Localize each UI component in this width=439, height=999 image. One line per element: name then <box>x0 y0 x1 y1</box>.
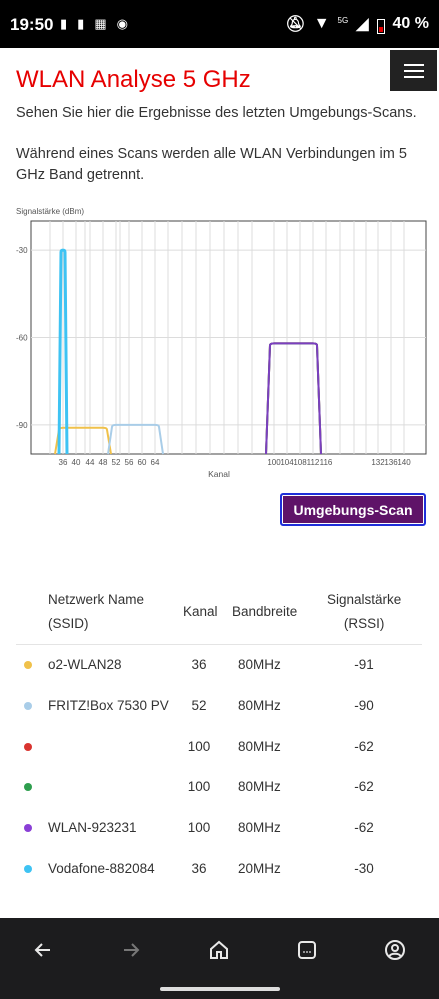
row-bandwidth: 80MHz <box>238 657 281 672</box>
y-tick-label: -60 <box>16 334 28 343</box>
x-tick-label: 40 <box>72 458 81 467</box>
header-bandwidth: Bandbreite <box>232 604 298 619</box>
table-row: WLAN-923231 100 80MHz -62 <box>16 808 422 848</box>
x-tick-label: 108 <box>293 458 307 467</box>
y-axis-label: Signalstärke (dBm) <box>16 207 84 216</box>
network-color-dot <box>24 661 32 669</box>
row-rssi: -62 <box>354 779 374 794</box>
x-tick-label: 48 <box>99 458 108 467</box>
header-kanal: Kanal <box>183 604 218 619</box>
network-color-dot <box>24 865 32 873</box>
row-rssi: -30 <box>354 861 374 876</box>
x-tick-label: 56 <box>125 458 134 467</box>
row-rssi: -62 <box>354 739 374 754</box>
x-tick-label: 136 <box>384 458 398 467</box>
page-title: WLAN Analyse 5 GHz <box>16 66 251 93</box>
status-bar: 19:50 ▮ ▮ ▦ ◉ 🔕︎ ▼ 5G ◢ 40 % <box>0 0 439 48</box>
row-kanal: 100 <box>187 739 211 754</box>
network-color-dot <box>24 824 32 832</box>
x-axis-label: Kanal <box>208 469 230 479</box>
profile-icon[interactable] <box>375 930 415 970</box>
network-color-dot <box>24 783 32 791</box>
y-ticks: -30 -60 -90 <box>16 246 28 430</box>
battery-level: 40 % <box>392 15 429 32</box>
row-ssid: FRITZ!Box 7530 PV <box>48 698 169 713</box>
wifi-icon: ▼ <box>313 15 330 32</box>
scan-button[interactable]: Umgebungs-Scan <box>280 493 426 526</box>
row-kanal: 36 <box>191 657 207 672</box>
forward-icon[interactable] <box>111 930 151 970</box>
calendar-icon: ▦ <box>94 16 107 31</box>
x-ticks: 36 40 44 48 52 56 60 64 100 104 108 112 116 132 136 140 <box>59 458 412 467</box>
row-ssid: WLAN-923231 <box>48 820 137 835</box>
x-tick-label: 60 <box>138 458 147 467</box>
mute-icon: 🔕︎ <box>285 16 306 33</box>
header-ssid-line2: (SSID) <box>48 616 89 631</box>
tabs-icon[interactable] <box>287 930 327 970</box>
notification-icons: ▮ ▮ ▦ ◉ <box>60 16 128 32</box>
row-bandwidth: 80MHz <box>238 820 281 835</box>
table-row: 100 80MHz -62 <box>16 767 422 807</box>
row-kanal: 100 <box>187 779 211 794</box>
row-bandwidth: 80MHz <box>238 779 281 794</box>
x-tick-label: 44 <box>86 458 95 467</box>
status-time: 19:50 <box>10 15 54 34</box>
x-tick-label: 116 <box>320 458 333 467</box>
status-right: 🔕︎ ▼ 5G ◢ 40 % <box>285 14 429 34</box>
scan-warning-text: Während eines Scans werden alle WLAN Ver… <box>16 146 407 183</box>
network-color-dot <box>24 743 32 751</box>
table-row: 100 80MHz -62 <box>16 727 422 767</box>
row-kanal: 36 <box>191 861 207 876</box>
network-color-dot <box>24 702 32 710</box>
browser-nav-bar <box>0 918 439 999</box>
table-row: o2-WLAN28 36 80MHz -91 <box>16 645 422 685</box>
x-tick-label: 100 <box>267 458 281 467</box>
menu-icon-line <box>403 69 424 72</box>
home-icon[interactable] <box>199 930 239 970</box>
y-tick-label: -90 <box>16 421 28 430</box>
menu-icon-line <box>403 63 424 66</box>
row-kanal: 100 <box>187 820 211 835</box>
battery-icon <box>376 18 385 34</box>
x-tick-label: 52 <box>112 458 121 467</box>
x-tick-label: 112 <box>307 458 320 467</box>
intro-text: Sehen Sie hier die Ergebnisse des letzte… <box>16 105 417 121</box>
y-tick-label: -30 <box>16 246 28 255</box>
row-rssi: -62 <box>354 820 374 835</box>
x-tick-label: 140 <box>397 458 411 467</box>
header-rssi: Signalstärke (RSSI) <box>327 588 401 636</box>
signal-chart: Signalstärke (dBm) -30 -60 -90 36 40 44 48 52 5… <box>16 207 427 479</box>
back-icon[interactable] <box>23 930 63 970</box>
header-ssid-line1: Netzwerk Name <box>48 592 145 607</box>
hotspot-icon: ◉ <box>116 16 128 31</box>
row-rssi: -90 <box>354 698 374 713</box>
row-bandwidth: 20MHz <box>238 861 281 876</box>
menu-icon-line <box>403 75 424 78</box>
x-tick-label: 36 <box>59 458 68 467</box>
row-rssi: -91 <box>354 657 374 672</box>
row-bandwidth: 80MHz <box>238 698 281 713</box>
signal-icon: ◢ <box>356 16 369 33</box>
row-bandwidth: 80MHz <box>238 739 281 754</box>
header-ssid: Netzwerk Name (SSID) <box>48 588 144 636</box>
table-row: Vodafone-882084 36 20MHz -30 <box>16 849 422 889</box>
sim-icon: ▮ <box>60 16 68 31</box>
row-kanal: 52 <box>191 698 207 713</box>
header-rssi-line2: (RSSI) <box>343 616 385 631</box>
row-ssid: o2-WLAN28 <box>48 657 122 672</box>
home-indicator[interactable] <box>160 987 280 991</box>
table-row: FRITZ!Box 7530 PV 52 80MHz -90 <box>16 686 422 726</box>
table-header: Netzwerk Name (SSID) Kanal Bandbreite Si… <box>16 583 422 645</box>
x-tick-label: 104 <box>280 458 294 467</box>
x-tick-label: 132 <box>371 458 385 467</box>
header-rssi-line1: Signalstärke <box>327 592 402 607</box>
sd-icon: ▮ <box>77 16 85 31</box>
x-tick-label: 64 <box>151 458 160 467</box>
network-type: 5G <box>337 15 349 25</box>
menu-button[interactable] <box>390 50 437 91</box>
row-ssid: Vodafone-882084 <box>48 861 155 876</box>
